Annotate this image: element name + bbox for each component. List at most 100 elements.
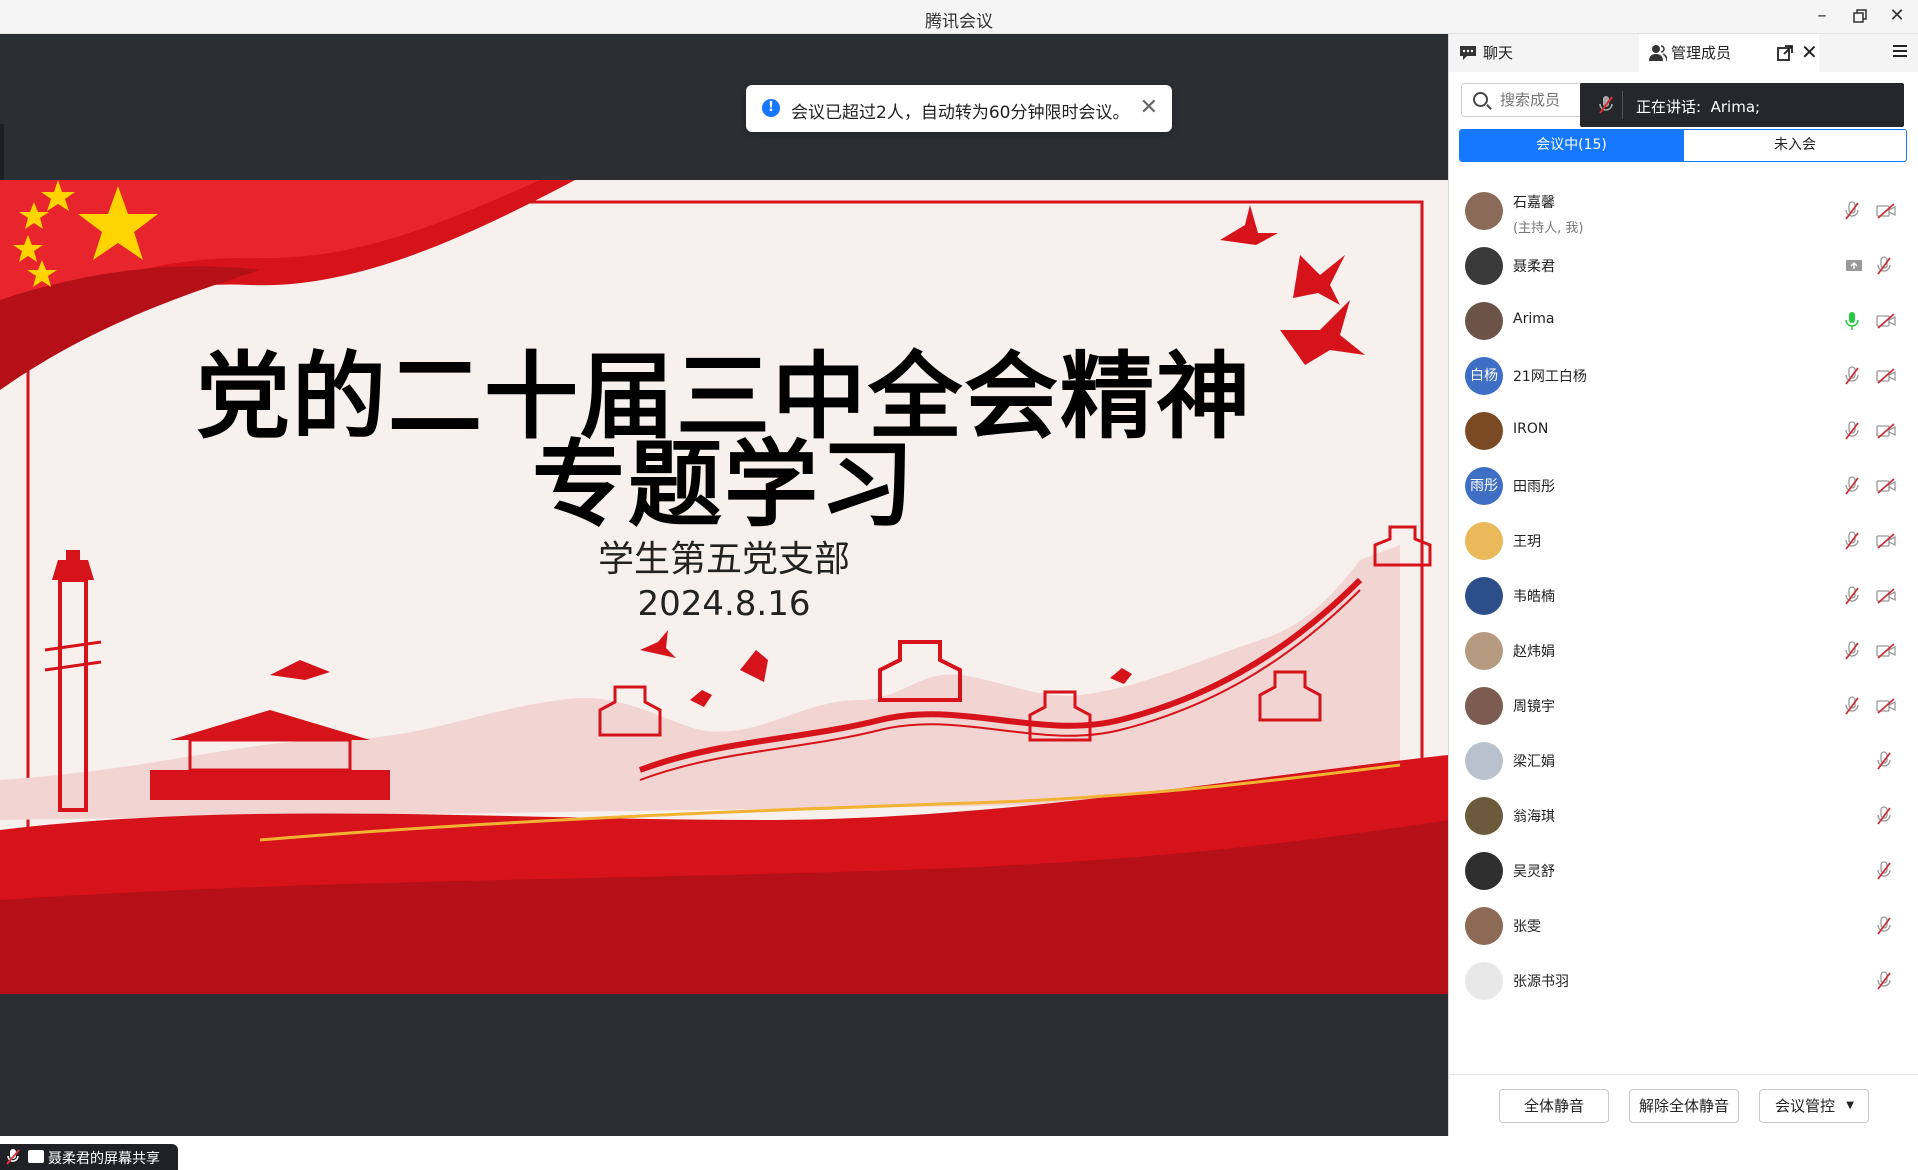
window-title: 腾讯会议 <box>925 12 993 32</box>
speaking-speaker: Arima; <box>1710 98 1761 116</box>
mic-muted-icon[interactable] <box>1877 751 1891 775</box>
camera-off-icon[interactable] <box>1876 203 1896 223</box>
mic-muted-icon <box>6 1149 20 1165</box>
member-name: Arima <box>1513 311 1555 327</box>
avatar: 白杨 <box>1465 357 1503 395</box>
avatar <box>1465 962 1503 1000</box>
member-name: IRON <box>1513 421 1549 437</box>
meeting-control-button[interactable]: 会议管控 ▼ <box>1759 1089 1869 1123</box>
unmute-all-button[interactable]: 解除全体静音 <box>1629 1089 1739 1123</box>
member-name: 张源书羽 <box>1513 974 1569 990</box>
member-row[interactable]: 白杨 21网工白杨 <box>1449 349 1918 404</box>
avatar <box>1465 907 1503 945</box>
camera-off-icon[interactable] <box>1876 478 1896 498</box>
mic-on-icon[interactable] <box>1845 311 1859 335</box>
camera-off-icon[interactable] <box>1876 313 1896 333</box>
mic-muted-icon[interactable] <box>1877 256 1891 280</box>
avatar <box>1465 852 1503 890</box>
mic-muted-icon[interactable] <box>1845 531 1859 555</box>
mic-muted-icon[interactable] <box>1845 586 1859 610</box>
member-row[interactable]: 梁汇娟 <box>1449 734 1918 789</box>
mic-muted-icon[interactable] <box>1845 696 1859 720</box>
camera-off-icon[interactable] <box>1876 643 1896 663</box>
segment-in-meeting[interactable]: 会议中(15) <box>1460 130 1683 161</box>
camera-off-icon[interactable] <box>1876 368 1896 388</box>
member-row[interactable]: 石嘉馨 (主持人, 我) <box>1449 184 1918 239</box>
mic-muted-icon[interactable] <box>1845 366 1859 390</box>
avatar <box>1465 632 1503 670</box>
avatar <box>1465 412 1503 450</box>
mic-muted-icon[interactable] <box>1845 641 1859 665</box>
mic-muted-icon <box>1599 96 1613 114</box>
member-row[interactable]: 韦皓楠 <box>1449 569 1918 624</box>
popout-icon[interactable] <box>1777 45 1793 61</box>
screen-share-icon <box>1845 258 1863 278</box>
slide-title-line-2: 专题学习 <box>531 431 916 540</box>
mic-muted-icon[interactable] <box>1877 806 1891 830</box>
camera-off-icon[interactable] <box>1876 698 1896 718</box>
member-row[interactable]: 张源书羽 <box>1449 954 1918 1009</box>
mic-muted-icon[interactable] <box>1845 421 1859 445</box>
member-row[interactable]: 张雯 <box>1449 899 1918 954</box>
member-name: 聂柔君 <box>1513 259 1555 275</box>
avatar <box>1465 302 1503 340</box>
camera-off-icon[interactable] <box>1876 423 1896 443</box>
member-name: 韦皓楠 <box>1513 589 1555 605</box>
avatar <box>1465 577 1503 615</box>
mic-muted-icon[interactable] <box>1877 971 1891 995</box>
slide-subtitle: 学生第五党支部 <box>597 539 850 580</box>
member-row[interactable]: 吴灵舒 <box>1449 844 1918 899</box>
avatar: 雨彤 <box>1465 467 1503 505</box>
close-window-button[interactable]: ✕ <box>1880 3 1914 29</box>
member-name: 翁海琪 <box>1513 809 1555 825</box>
member-name: 王玥 <box>1513 534 1541 550</box>
member-name: 21网工白杨 <box>1513 369 1587 385</box>
mute-all-button[interactable]: 全体静音 <box>1499 1089 1609 1123</box>
member-segment-control: 会议中(15) 未入会 <box>1459 129 1907 162</box>
member-row[interactable]: 聂柔君 <box>1449 239 1918 294</box>
member-row[interactable]: 周镜宇 <box>1449 679 1918 734</box>
member-name: 张雯 <box>1513 919 1541 935</box>
close-panel-button[interactable]: ✕ <box>1801 40 1818 64</box>
member-name: 田雨彤 <box>1513 479 1555 495</box>
member-row[interactable]: Arima <box>1449 294 1918 349</box>
avatar <box>1465 192 1503 230</box>
menu-button[interactable] <box>1892 43 1908 63</box>
slide-date: 2024.8.16 <box>637 584 811 624</box>
tab-chat[interactable]: 聊天 <box>1455 34 1635 72</box>
mic-muted-icon[interactable] <box>1845 201 1859 225</box>
avatar <box>1465 247 1503 285</box>
restore-button[interactable] <box>1843 3 1877 29</box>
member-row[interactable]: 赵炜娟 <box>1449 624 1918 679</box>
menu-icon <box>1893 45 1907 57</box>
minimize-button[interactable]: – <box>1805 3 1839 29</box>
info-icon: ! <box>762 99 780 117</box>
screen-share-icon <box>28 1150 44 1163</box>
member-name: 赵炜娟 <box>1513 644 1555 660</box>
segment-not-joined[interactable]: 未入会 <box>1683 130 1906 161</box>
member-row[interactable]: IRON <box>1449 404 1918 459</box>
member-row[interactable]: 雨彤 田雨彤 <box>1449 459 1918 514</box>
member-row[interactable]: 翁海琪 <box>1449 789 1918 844</box>
tab-manage-label: 管理成员 <box>1671 44 1732 62</box>
mic-muted-icon[interactable] <box>1845 476 1859 500</box>
speaking-indicator: 正在讲话: Arima; <box>1580 83 1904 127</box>
speaking-label: 正在讲话: Arima; <box>1636 96 1760 117</box>
members-icon <box>1649 45 1667 62</box>
chevron-down-icon: ▼ <box>1846 1100 1854 1111</box>
camera-off-icon[interactable] <box>1876 533 1896 553</box>
avatar <box>1465 522 1503 560</box>
member-name: 吴灵舒 <box>1513 864 1555 880</box>
mic-muted-icon[interactable] <box>1877 916 1891 940</box>
panel-tabs: 聊天 管理成员 ✕ <box>1449 34 1918 72</box>
members-panel: 聊天 管理成员 ✕ 正在讲话: Arima; 会议中(15) 未入会 石嘉馨 (主… <box>1448 34 1918 1136</box>
member-row[interactable]: 王玥 <box>1449 514 1918 569</box>
toast-close-button[interactable]: ✕ <box>1140 95 1158 120</box>
notification-toast: ! 会议已超过2人，自动转为60分钟限时会议。 ✕ <box>746 85 1172 132</box>
title-bar: 腾讯会议 – ✕ <box>0 0 1918 34</box>
mic-muted-icon[interactable] <box>1877 861 1891 885</box>
camera-off-icon[interactable] <box>1876 588 1896 608</box>
toast-message: 会议已超过2人，自动转为60分钟限时会议。 <box>791 103 1130 123</box>
divider <box>1622 91 1623 119</box>
restore-icon <box>1853 9 1867 23</box>
